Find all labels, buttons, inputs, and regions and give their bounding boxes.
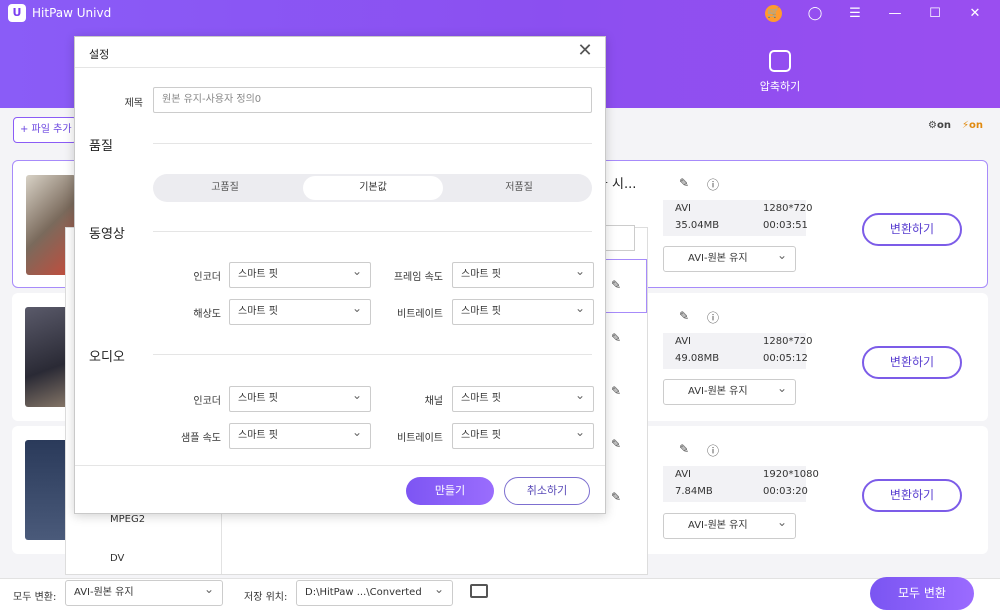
edit-icon[interactable]: ✎: [677, 442, 691, 456]
format-item-dv[interactable]: DV: [110, 553, 124, 564]
minimize-icon[interactable]: —: [885, 4, 905, 24]
resolution-select[interactable]: 스마트 핏: [229, 296, 371, 325]
convert-all-format-select[interactable]: AVI-원본 유지: [65, 577, 223, 606]
file-format: AVI: [675, 469, 691, 480]
save-location-label: 저장 위치:: [244, 592, 288, 603]
edit-icon[interactable]: ✎: [611, 490, 621, 504]
divider: [75, 67, 605, 68]
audio-section-title: 오디오: [89, 350, 125, 365]
file-size: 35.04MB: [675, 220, 720, 231]
nav-compress[interactable]: 압축하기: [740, 50, 820, 94]
settings-dialog: 설정 ✕ 제목 원본 유지-사용자 정의0 품질 고품질 기본값 저품질 동영상…: [74, 36, 606, 514]
info-icon[interactable]: ⓘ: [706, 176, 720, 192]
edit-icon[interactable]: ✎: [677, 176, 691, 190]
divider: [75, 465, 605, 466]
close-icon[interactable]: ✕: [965, 4, 985, 24]
account-icon[interactable]: ◯: [805, 4, 825, 24]
app-logo: U: [8, 4, 26, 22]
format-item-mpeg2[interactable]: MPEG2: [110, 514, 145, 525]
channel-select[interactable]: 스마트 핏: [452, 383, 594, 412]
framerate-label: 프레임 속도: [393, 272, 443, 283]
lightning-accel-icon[interactable]: ⚡on: [962, 120, 983, 131]
framerate-select[interactable]: 스마트 핏: [452, 259, 594, 288]
file-resolution: 1280*720: [763, 203, 813, 214]
maximize-icon[interactable]: ☐: [925, 4, 945, 24]
convert-button[interactable]: 변환하기: [862, 213, 962, 246]
convert-button[interactable]: 변환하기: [862, 479, 962, 512]
output-format-select[interactable]: AVI-원본 유지: [663, 376, 796, 405]
divider: [153, 231, 592, 232]
name-label: 제목: [124, 98, 143, 109]
quality-option-high[interactable]: 고품질: [155, 176, 295, 200]
file-duration: 00:05:12: [763, 353, 808, 364]
hardware-accel-icon[interactable]: ⚙on: [928, 120, 951, 131]
app-title: HitPaw Univd: [32, 6, 112, 20]
samplerate-label: 샘플 속도: [181, 433, 221, 444]
dialog-title: 설정: [89, 48, 110, 61]
edit-icon[interactable]: ✎: [611, 437, 621, 451]
video-bitrate-label: 비트레이트: [397, 309, 443, 320]
edit-icon[interactable]: ✎: [611, 384, 621, 398]
audio-encoder-label: 인코더: [193, 396, 221, 407]
convert-button[interactable]: 변환하기: [862, 346, 962, 379]
audio-bitrate-select[interactable]: 스마트 핏: [452, 420, 594, 449]
samplerate-select[interactable]: 스마트 핏: [229, 420, 371, 449]
output-format-select[interactable]: AVI-원본 유지: [663, 510, 796, 539]
quality-option-default[interactable]: 기본값: [303, 176, 443, 200]
preset-name-input[interactable]: 원본 유지-사용자 정의0: [153, 87, 592, 113]
nav-compress-label: 압축하기: [759, 80, 801, 93]
quality-segmented-control: 고품질 기본값 저품질: [153, 174, 592, 202]
resolution-label: 해상도: [193, 309, 221, 320]
file-duration: 00:03:20: [763, 486, 808, 497]
edit-icon[interactable]: ✎: [677, 309, 691, 323]
file-size: 49.08MB: [675, 353, 720, 364]
edit-icon[interactable]: ✎: [611, 331, 621, 345]
divider: [153, 354, 592, 355]
folder-icon[interactable]: [470, 584, 488, 598]
info-icon[interactable]: ⓘ: [706, 309, 720, 325]
audio-encoder-select[interactable]: 스마트 핏: [229, 383, 371, 412]
file-duration: 00:03:51: [763, 220, 808, 231]
convert-all-label: 모두 변환:: [13, 592, 57, 603]
cart-icon[interactable]: 🛒: [765, 5, 782, 22]
bottom-bar: 모두 변환: AVI-원본 유지 저장 위치: D:\HitPaw ...\Co…: [0, 577, 1000, 616]
file-format: AVI: [675, 336, 691, 347]
file-format: AVI: [675, 203, 691, 214]
save-location-select[interactable]: D:\HitPaw ...\Converted: [296, 577, 453, 606]
edit-icon[interactable]: ✎: [611, 278, 621, 292]
quality-section-title: 품질: [89, 139, 113, 154]
add-file-button[interactable]: + 파일 추가: [13, 117, 77, 143]
file-meta: AVI 1280*720 49.08MB 00:05:12: [663, 333, 813, 369]
cancel-button[interactable]: 취소하기: [504, 477, 590, 505]
channel-label: 채널: [424, 396, 443, 407]
output-format-select[interactable]: AVI-원본 유지: [663, 243, 796, 272]
audio-bitrate-label: 비트레이트: [397, 433, 443, 444]
info-icon[interactable]: ⓘ: [706, 442, 720, 458]
file-resolution: 1280*720: [763, 336, 813, 347]
video-bitrate-select[interactable]: 스마트 핏: [452, 296, 594, 325]
video-encoder-select[interactable]: 스마트 핏: [229, 259, 371, 288]
menu-icon[interactable]: ☰: [845, 4, 865, 24]
convert-all-button[interactable]: 모두 변환: [870, 577, 974, 610]
divider: [153, 143, 592, 144]
create-button[interactable]: 만들기: [406, 477, 494, 505]
file-resolution: 1920*1080: [763, 469, 819, 480]
file-meta: AVI 1280*720 35.04MB 00:03:51: [663, 200, 813, 236]
file-size: 7.84MB: [675, 486, 713, 497]
compress-icon: [769, 50, 791, 72]
file-meta: AVI 1920*1080 7.84MB 00:03:20: [663, 466, 819, 502]
quality-option-low[interactable]: 저품질: [449, 176, 589, 200]
video-section-title: 동영상: [89, 227, 125, 242]
close-icon[interactable]: ✕: [575, 41, 595, 61]
video-encoder-label: 인코더: [193, 272, 221, 283]
